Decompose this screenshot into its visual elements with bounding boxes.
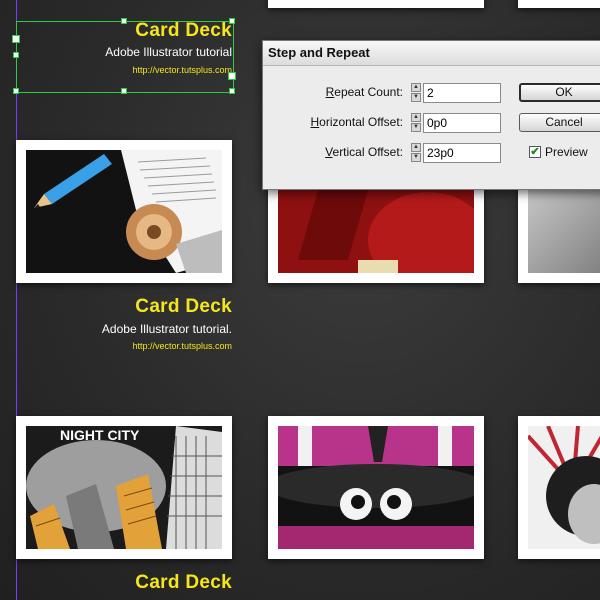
selection-handle-bl[interactable] [13,88,19,94]
selection-bounding-box[interactable] [16,21,234,93]
card-title: Card Deck [135,296,232,317]
stepper-down-icon[interactable]: ▼ [411,93,421,102]
selection-handle-tc[interactable] [121,18,127,24]
repeat-count-stepper[interactable]: ▲ ▼ [411,83,421,103]
card-pencil[interactable] [16,140,232,283]
card-eyes[interactable] [268,416,484,559]
card-url: http://vector.tutsplus.com [132,341,232,351]
selection-handle-tr[interactable] [229,18,235,24]
step-and-repeat-dialog: Step and Repeat Repeat Count: ▲ ▼ Horizo… [262,40,600,190]
card-face-partial[interactable] [518,416,600,559]
card-top-partial-1 [268,0,484,8]
horizontal-offset-label: Horizontal Offset: [310,115,404,129]
cancel-button[interactable]: Cancel [519,113,600,132]
repeat-count-label: Repeat Count: [325,85,403,99]
stepper-down-icon[interactable]: ▼ [411,123,421,132]
selection-handle-mr[interactable] [228,72,236,80]
card-title: Card Deck [135,572,232,593]
selection-handle-bc[interactable] [121,88,127,94]
repeat-count-input[interactable] [423,83,501,103]
ok-button[interactable]: OK [519,83,600,102]
stepper-up-icon[interactable]: ▲ [411,83,421,92]
selection-handle-ml[interactable] [13,52,19,58]
horizontal-offset-input[interactable] [423,113,501,133]
stepper-down-icon[interactable]: ▼ [411,153,421,162]
night-city-illustration: NIGHT CITY [26,426,222,549]
card-top-partial-2 [518,0,600,8]
preview-checkbox[interactable]: ✔ [529,146,541,158]
pencil-illustration [26,150,222,273]
face-illustration [528,426,600,549]
dialog-title[interactable]: Step and Repeat [263,41,600,66]
card-subtitle: Adobe Illustrator tutorial. [101,322,232,336]
selection-handle-br[interactable] [229,88,235,94]
night-city-sign: NIGHT CITY [60,427,140,443]
stepper-up-icon[interactable]: ▲ [411,113,421,122]
selection-handle-tl[interactable] [12,35,20,43]
horizontal-offset-stepper[interactable]: ▲ ▼ [411,113,421,133]
vertical-offset-label: Vertical Offset: [325,145,403,159]
stepper-up-icon[interactable]: ▲ [411,143,421,152]
vertical-offset-stepper[interactable]: ▲ ▼ [411,143,421,163]
preview-label[interactable]: Preview [545,145,588,159]
card-night-city[interactable]: NIGHT CITY [16,416,232,559]
vertical-offset-input[interactable] [423,143,501,163]
eyes-illustration [278,426,474,549]
